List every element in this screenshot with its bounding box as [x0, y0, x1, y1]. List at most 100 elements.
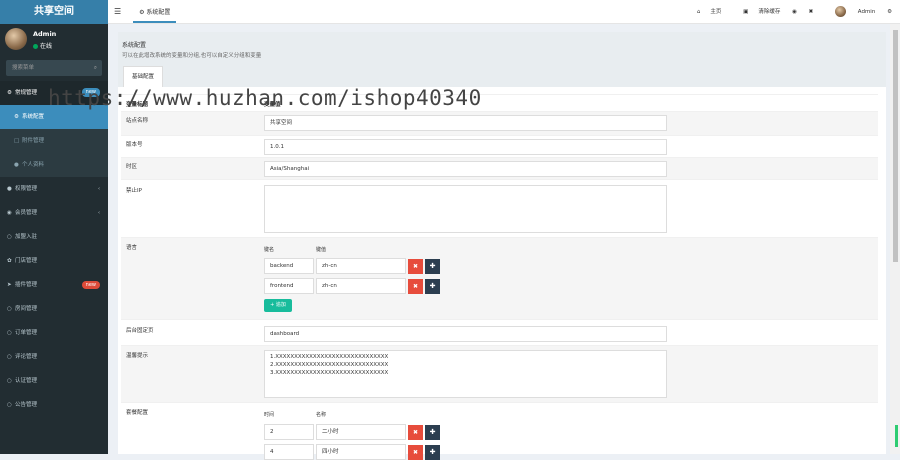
sidebar-item-profile[interactable]: ● 个人资料 — [0, 153, 108, 177]
trash-icon: ▣ — [743, 9, 749, 15]
table-row: 时区 Asia/Shanghai — [121, 157, 878, 179]
user-circle-icon: ◉ — [7, 210, 12, 216]
user-menu[interactable]: Admin — [825, 6, 875, 17]
menu-toggle-icon[interactable]: ☰ — [114, 7, 121, 16]
sidebar-item-notice[interactable]: ○ 公告管理 — [0, 393, 108, 417]
rocket-icon: ➤ — [7, 282, 12, 288]
circle-icon: ○ — [7, 330, 12, 336]
circle-icon: ○ — [7, 234, 12, 240]
field-label: 禁止IP — [126, 188, 142, 194]
backend-index-input[interactable]: dashboard — [264, 326, 667, 342]
field-label: 站点名称 — [126, 118, 149, 124]
version-input[interactable]: 1.0.1 — [264, 139, 667, 155]
remove-row-button[interactable]: ✖ — [408, 445, 423, 460]
move-row-button[interactable]: ✚ — [425, 279, 440, 294]
cogs-icon: ⚙ — [7, 90, 12, 96]
remove-row-button[interactable]: ✖ — [408, 425, 423, 440]
sidebar-item-auth[interactable]: ● 权限管理 ‹ — [0, 177, 108, 201]
online-dot-icon — [33, 44, 38, 49]
tab-basic-config[interactable]: 基础配置 — [123, 66, 163, 87]
table-row: 温馨提示 1.XXXXXXXXXXXXXXXXXXXXXXXXXXXXXX 2.… — [121, 345, 878, 402]
avatar — [835, 6, 847, 17]
clear-cache-button[interactable]: ▣ 清除缓存 — [733, 9, 780, 15]
value-header: 名称 — [316, 412, 327, 418]
sidebar-item-attachment[interactable]: □ 附件管理 — [0, 129, 108, 153]
user-icon: ● — [14, 162, 19, 168]
tab-config[interactable]: ⚙ 系统配置 — [133, 1, 177, 23]
remove-row-button[interactable]: ✖ — [408, 259, 423, 274]
field-label: 后台固定页 — [126, 328, 154, 334]
forbidden-ip-textarea[interactable] — [264, 185, 667, 233]
sidebar-item-member[interactable]: ◉ 会员管理 ‹ — [0, 201, 108, 225]
sidebar-item-comment[interactable]: ○ 评论管理 — [0, 345, 108, 369]
package-time-input[interactable]: 2 — [264, 424, 314, 440]
language-value-input[interactable]: zh-cn — [316, 258, 406, 274]
table-row: 后台固定页 dashboard — [121, 319, 878, 345]
file-icon: □ — [14, 138, 20, 144]
remove-row-button[interactable]: ✖ — [408, 279, 423, 294]
circle-icon: ○ — [7, 402, 12, 408]
scrollbar-thumb[interactable] — [893, 30, 898, 262]
table-row: 禁止IP — [121, 179, 878, 237]
sidebar-item-store[interactable]: ✿ 门店管理 — [0, 249, 108, 273]
search-icon[interactable]: ⌕ — [94, 60, 97, 76]
move-row-button[interactable]: ✚ — [425, 259, 440, 274]
key-header: 时间 — [264, 412, 275, 418]
package-time-input[interactable]: 4 — [264, 444, 314, 460]
sidebar-item-plugin[interactable]: ➤ 插件管理 new — [0, 273, 108, 297]
site-name-input[interactable]: 共享空间 — [264, 115, 667, 131]
plus-icon: + — [270, 302, 275, 308]
user-panel: Admin 在线 — [0, 24, 108, 56]
top-navbar: ☰ ⚙ 系统配置 ⌂ 主页 ▣ 清除缓存 ◉ ✖ Admin ⚙ — [108, 0, 900, 24]
user-status: 在线 — [33, 41, 52, 50]
sidebar-item-order[interactable]: ○ 订单管理 — [0, 321, 108, 345]
sidebar: 共享空间 Admin 在线 搜索菜单 ⌕ ⚙ 常规管理 new ⚙ 系统配置 □ 附件管… — [0, 0, 108, 454]
sidebar-menu: ⚙ 常规管理 new ⚙ 系统配置 □ 附件管理 ● 个人资料 ● 权限管理 ‹ ◉ 会员管理 ‹… — [0, 81, 108, 417]
page-title: 系统配置 — [122, 42, 147, 49]
circle-icon: ○ — [7, 354, 12, 360]
package-name-input[interactable]: 二小时 — [316, 424, 406, 440]
page-description: 可以在此增改系统的变量和分组,也可以自定义分组和变量 — [122, 53, 262, 59]
move-row-button[interactable]: ✚ — [425, 425, 440, 440]
field-label: 套餐配置 — [126, 410, 149, 416]
move-row-button[interactable]: ✚ — [425, 445, 440, 460]
chevron-left-icon: ‹ — [98, 210, 100, 216]
settings-icon[interactable]: ⚙ — [887, 9, 892, 15]
side-indicator — [895, 425, 898, 447]
new-badge: new — [81, 281, 100, 289]
field-label: 温馨提示 — [126, 353, 149, 359]
sidebar-search[interactable]: 搜索菜单 ⌕ — [6, 60, 102, 76]
table-row: 版本号 1.0.1 — [121, 135, 878, 157]
table-row: 套餐配置 时间 名称 2 二小时 ✖ ✚ 4 四小时 ✖ ✚ — [121, 402, 878, 460]
fullscreen-icon[interactable]: ✖ — [809, 9, 814, 15]
append-button[interactable]: + 追加 — [264, 299, 292, 312]
user-name: Admin — [33, 30, 57, 38]
sidebar-item-room[interactable]: ○ 房间管理 — [0, 297, 108, 321]
sidebar-item-certify[interactable]: ○ 认证管理 — [0, 369, 108, 393]
value-header: 键值 — [316, 247, 327, 253]
field-label: 语言 — [126, 245, 138, 251]
language-value-input[interactable]: zh-cn — [316, 278, 406, 294]
topbar-left: ☰ ⚙ 系统配置 — [114, 0, 177, 25]
translate-icon[interactable]: ◉ — [792, 9, 797, 15]
gear-icon: ⚙ — [14, 114, 19, 120]
topbar-right: ⌂ 主页 ▣ 清除缓存 ◉ ✖ Admin ⚙ — [677, 0, 892, 24]
tips-textarea[interactable]: 1.XXXXXXXXXXXXXXXXXXXXXXXXXXXXXX 2.XXXXX… — [264, 350, 667, 398]
language-key-input[interactable]: frontend — [264, 278, 314, 294]
sidebar-item-join[interactable]: ○ 加盟入驻 — [0, 225, 108, 249]
home-link[interactable]: ⌂ 主页 — [687, 9, 722, 15]
app-logo[interactable]: 共享空间 — [0, 0, 108, 24]
language-key-input[interactable]: backend — [264, 258, 314, 274]
search-input[interactable]: 搜索菜单 — [12, 65, 34, 71]
leaf-icon: ✿ — [7, 258, 12, 264]
home-icon: ⌂ — [696, 9, 701, 15]
field-label: 版本号 — [126, 142, 143, 148]
table-row: 语言 键名 键值 backend zh-cn ✖ ✚ frontend zh-c… — [121, 237, 878, 319]
panel-heading: 系统配置 可以在此增改系统的变量和分组,也可以自定义分组和变量 基础配置 — [118, 32, 886, 87]
timezone-input[interactable]: Asia/Shanghai — [264, 161, 667, 177]
users-icon: ● — [7, 186, 12, 192]
circle-icon: ○ — [7, 306, 12, 312]
package-name-input[interactable]: 四小时 — [316, 444, 406, 460]
key-header: 键名 — [264, 247, 275, 253]
field-label: 时区 — [126, 164, 138, 170]
